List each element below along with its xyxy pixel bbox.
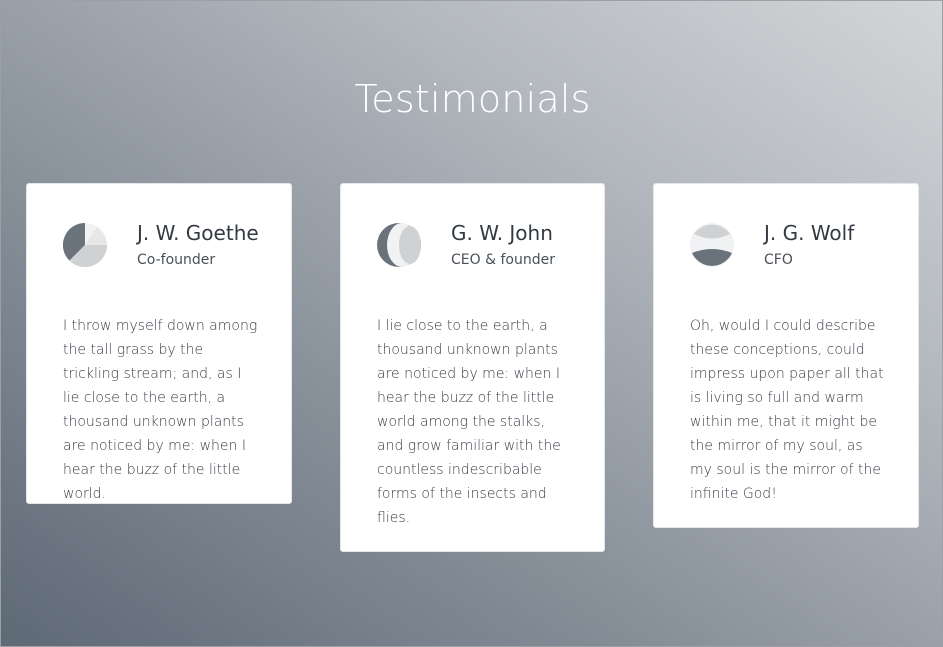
person-name: J. G. Wolf: [764, 221, 855, 245]
crescent-avatar-icon: [377, 223, 421, 267]
person-role: CFO: [764, 252, 793, 268]
person-name: J. W. Goethe: [137, 221, 259, 245]
person-info: J. W. Goethe Co-founder: [137, 221, 259, 269]
testimonial-quote: I throw myself down among the tall grass…: [63, 318, 258, 502]
testimonial-card: J. G. Wolf CFO Oh, would I could describ…: [653, 183, 919, 528]
pie-avatar-icon: [63, 223, 107, 267]
person-info: G. W. John CEO & founder: [451, 221, 555, 269]
testimonial-quote: Oh, would I could describe these concept…: [690, 318, 884, 502]
person-role: Co-founder: [137, 252, 216, 268]
person-info: J. G. Wolf CFO: [764, 221, 854, 269]
person-name: G. W. John: [451, 221, 553, 245]
testimonial-quote: I lie close to the earth, a thousand unk…: [377, 318, 561, 526]
testimonial-header: G. W. John CEO & founder: [377, 220, 568, 270]
testimonial-card: J. W. Goethe Co-founder I throw myself d…: [26, 183, 292, 504]
testimonial-header: J. W. Goethe Co-founder: [63, 220, 259, 270]
split-circle-avatar-icon: [690, 223, 734, 267]
testimonial-card: G. W. John CEO & founder I lie close to …: [340, 183, 605, 552]
testimonial-header: J. G. Wolf CFO: [690, 220, 882, 270]
page-title: Testimonials: [354, 77, 591, 121]
person-role: CEO & founder: [451, 252, 555, 268]
